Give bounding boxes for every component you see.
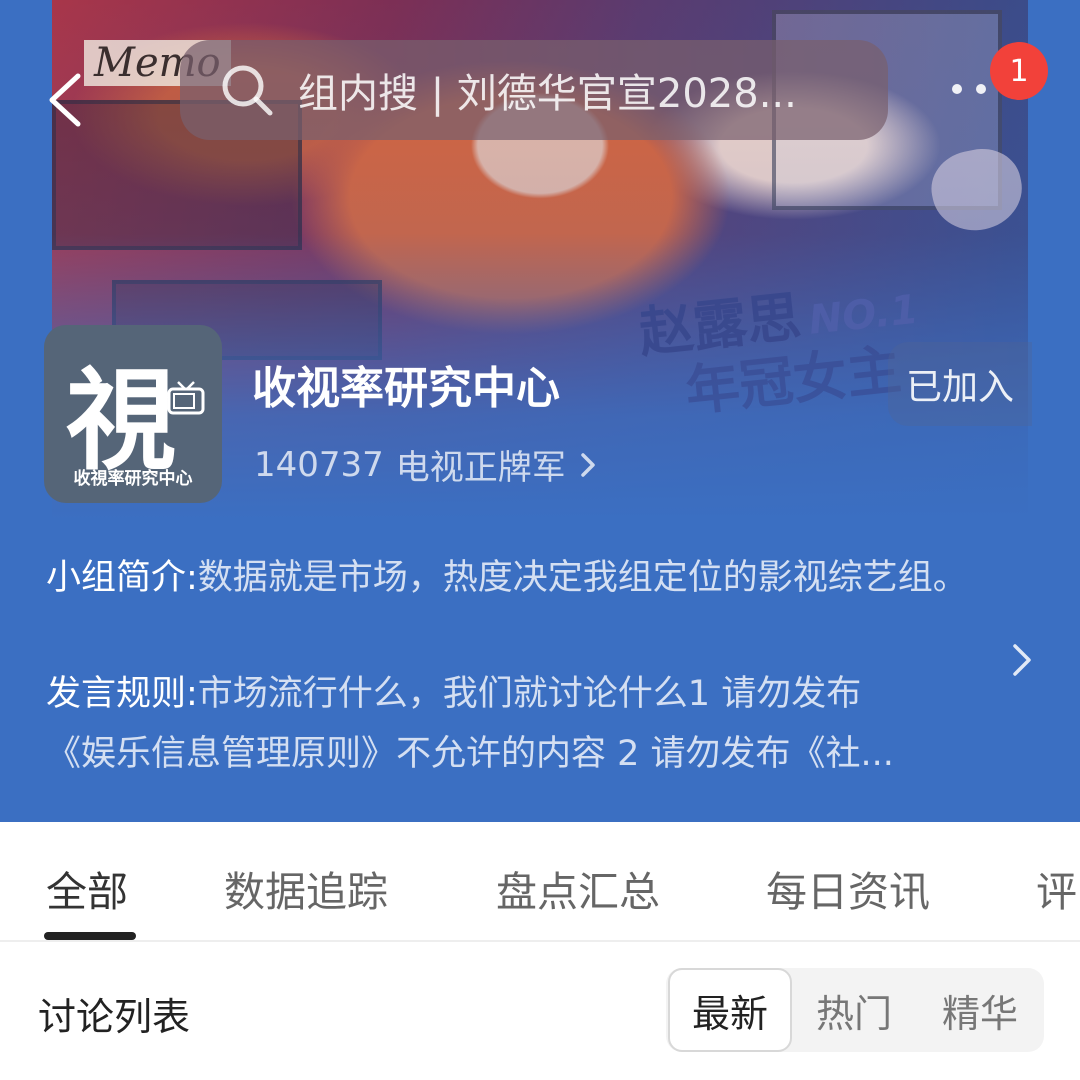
notification-badge[interactable]: 1 — [990, 42, 1048, 100]
rules-label: 发言规则: — [46, 674, 198, 714]
page-dot — [976, 84, 986, 94]
group-avatar[interactable]: 視 收視率研究中心 — [44, 325, 222, 503]
category-tabs: 全部 数据追踪 盘点汇总 每日资讯 评 — [0, 822, 1080, 942]
chevron-right-icon[interactable] — [1006, 640, 1036, 680]
banner-slogan: 赵露思NO.1 年冠女主 — [636, 276, 927, 426]
active-tab-indicator — [44, 932, 136, 940]
tab-data-tracking[interactable]: 数据追踪 — [224, 858, 388, 918]
member-title: 电视正牌军 — [395, 448, 566, 488]
group-member-stats[interactable]: 140737 电视正牌军 — [254, 440, 598, 489]
rules-text-line2: 《娱乐信息管理原则》不允许的内容 2 请勿发布《社... — [46, 734, 894, 774]
sort-toggle: 最新 热门 精华 — [666, 968, 1044, 1052]
member-count: 140737 — [254, 444, 384, 485]
chevron-right-icon — [581, 452, 595, 477]
banner-slogan-badge: NO.1 — [806, 286, 921, 344]
joined-button[interactable]: 已加入 — [888, 342, 1032, 426]
tv-icon — [167, 381, 205, 415]
rules-text-line1: 市场流行什么，我们就讨论什么1 请勿发布 — [197, 674, 862, 714]
rules-line1: 发言规则:市场流行什么，我们就讨论什么1 请勿发布 — [46, 664, 986, 724]
avatar-caption: 收視率研究中心 — [73, 469, 193, 489]
discussion-list-header: 讨论列表 最新 热门 精华 — [0, 944, 1080, 1080]
chevron-left-icon — [49, 73, 81, 127]
tab-review[interactable]: 评 — [1036, 858, 1077, 918]
sort-hot-button[interactable]: 热门 — [792, 968, 916, 1052]
search-placeholder: 组内搜 | 刘德华官宣2028... — [298, 71, 797, 117]
sort-featured-button[interactable]: 精华 — [918, 968, 1042, 1052]
discussion-list-title: 讨论列表 — [38, 995, 191, 1039]
tab-daily-news[interactable]: 每日资讯 — [766, 858, 930, 918]
sort-latest-button[interactable]: 最新 — [668, 968, 792, 1052]
intro-label: 小组简介: — [46, 558, 198, 598]
back-button[interactable] — [40, 70, 90, 130]
group-name: 收视率研究中心 — [252, 363, 560, 414]
tab-summary[interactable]: 盘点汇总 — [496, 858, 660, 918]
page-dot — [952, 84, 962, 94]
group-header: Memo 赵露思NO.1 年冠女主 组内搜 | 刘德华官宣2028... 1 視… — [0, 0, 1080, 822]
search-icon — [222, 65, 273, 116]
search-input[interactable]: 组内搜 | 刘德华官宣2028... — [180, 40, 888, 140]
banner-page-indicator — [952, 84, 986, 94]
tab-all[interactable]: 全部 — [46, 858, 128, 918]
group-rules[interactable]: 发言规则:市场流行什么，我们就讨论什么1 请勿发布 《娱乐信息管理原则》不允许的… — [46, 664, 986, 784]
heart-decoration — [924, 141, 1028, 239]
group-intro[interactable]: 小组简介:数据就是市场，热度决定我组定位的影视综艺组。 — [46, 548, 986, 608]
intro-text: 数据就是市场，热度决定我组定位的影视综艺组。 — [197, 558, 968, 598]
